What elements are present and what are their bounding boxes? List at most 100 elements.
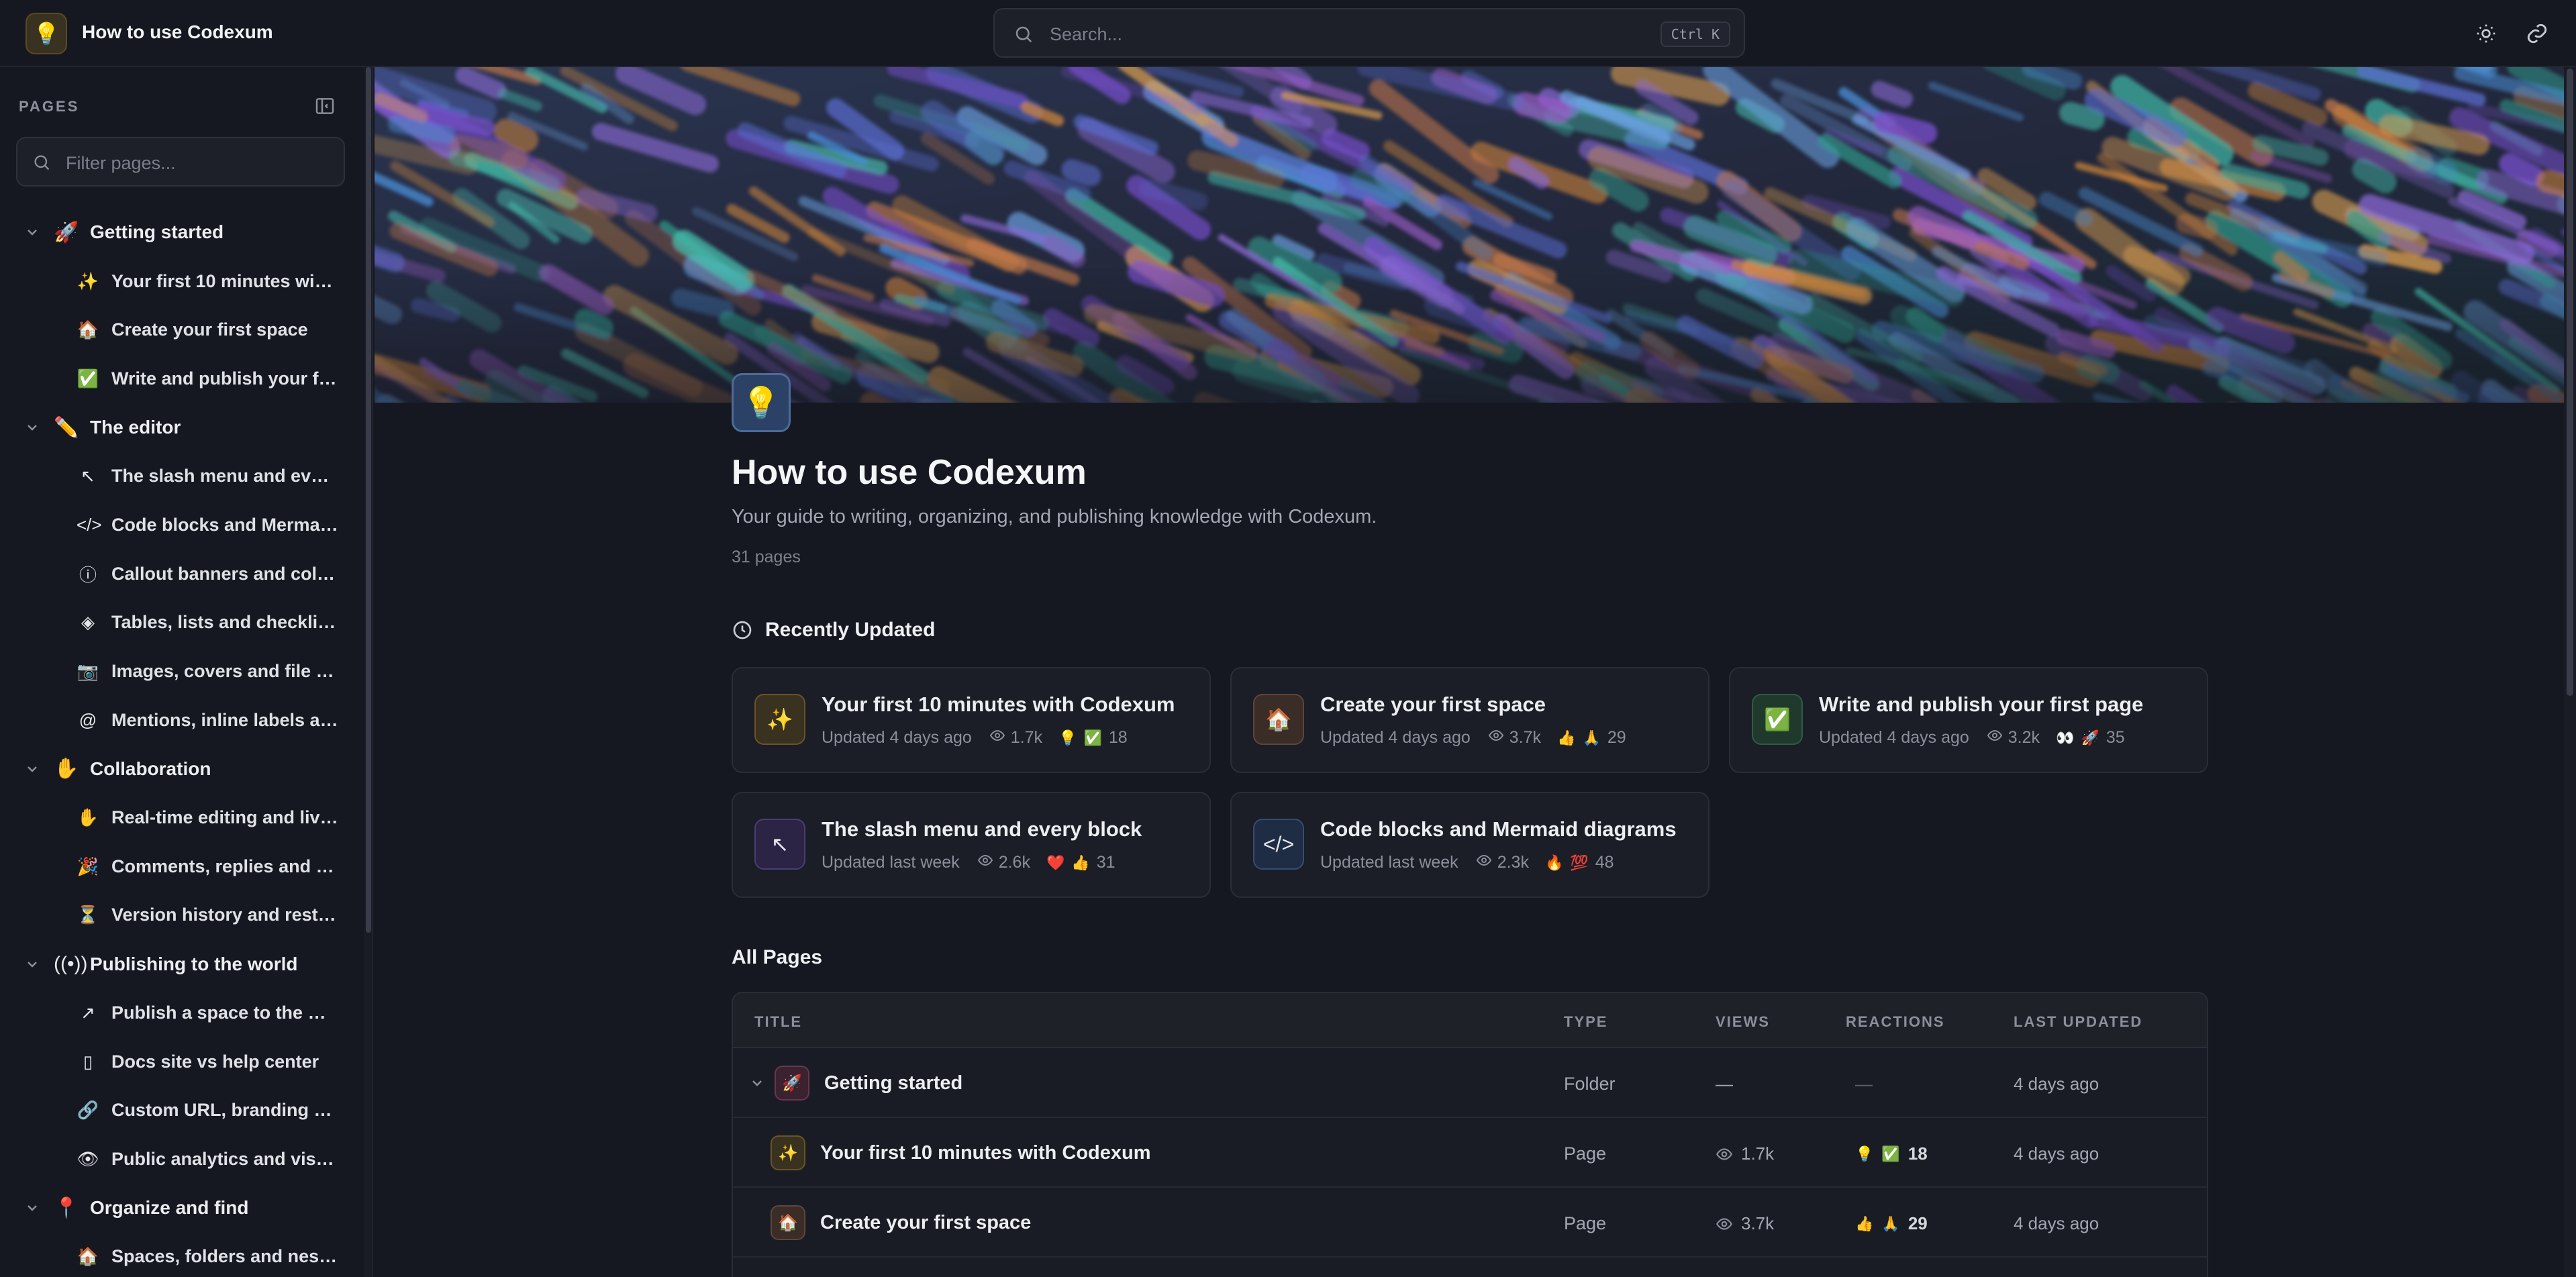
sidebar-item-label: Your first 10 minutes with Codexum <box>111 270 338 291</box>
filter-pages-input[interactable]: Filter pages... <box>16 137 345 187</box>
folder-toggle[interactable] <box>24 224 40 240</box>
recently-updated-heading: Recently Updated <box>732 619 935 642</box>
folder-toggle[interactable] <box>24 761 40 777</box>
col-type[interactable]: TYPE <box>1564 1013 1607 1031</box>
sidebar-folder[interactable]: ✏️ The editor <box>0 403 362 452</box>
card-updated: Updated 4 days ago <box>1819 728 1969 747</box>
folder-toggle[interactable] <box>24 419 40 436</box>
eye-icon <box>977 854 993 866</box>
col-reactions[interactable]: REACTIONS <box>1846 1013 1945 1031</box>
page-emoji-icon: 🚀 <box>54 221 79 244</box>
recent-page-card[interactable]: 🏠 Create your first space Updated 4 days… <box>1230 667 1710 773</box>
sidebar-page[interactable]: ⓘ Callout banners and collapsibles <box>0 550 362 599</box>
card-meta: Updated last week 2.6k ❤️ 👍 31 <box>822 852 1116 873</box>
page-emoji-icon: ✨ <box>77 270 99 291</box>
folder-toggle[interactable] <box>749 1075 765 1091</box>
reaction-emoji: 👀 <box>2056 729 2075 746</box>
row-title[interactable]: Your first 10 minutes with Codexum <box>820 1142 1151 1164</box>
sidebar-item-label: Docs site vs help center <box>111 1051 319 1072</box>
top-bar: 💡 How to use Codexum Search... Ctrl K <box>0 0 2576 67</box>
sidebar-page[interactable]: 👁 Public analytics and visitors <box>0 1135 362 1184</box>
folder-toggle[interactable] <box>24 956 40 972</box>
card-emoji: ✨ <box>766 707 793 731</box>
reaction-emoji: 👍 <box>1855 1215 1874 1232</box>
recent-page-card[interactable]: </> Code blocks and Mermaid diagrams Upd… <box>1230 792 1710 898</box>
sidebar-page[interactable]: ↗ Publish a space to the web <box>0 988 362 1037</box>
row-views: 1.7k <box>1716 1143 1774 1164</box>
sidebar-scrollbar[interactable] <box>364 67 372 1277</box>
sidebar-folder[interactable]: 📍 Organize and find <box>0 1184 362 1233</box>
page-icon[interactable]: 💡 <box>732 373 791 432</box>
app-logo[interactable]: 💡 <box>26 13 67 54</box>
sidebar-page[interactable]: </> Code blocks and Mermaid diagrams <box>0 501 362 550</box>
page-emoji-icon: 📍 <box>54 1196 79 1219</box>
sun-icon <box>2477 24 2495 43</box>
theme-toggle-button[interactable] <box>2473 20 2499 47</box>
reaction-emoji: 💡 <box>1855 1145 1874 1162</box>
folder-toggle[interactable] <box>24 1200 40 1216</box>
sidebar-item-label: Public analytics and visitors <box>111 1148 338 1169</box>
page-emoji-icon: ⓘ <box>79 564 97 585</box>
col-title[interactable]: TITLE <box>754 1013 802 1031</box>
copy-link-button[interactable] <box>2524 20 2550 47</box>
sidebar-page[interactable]: 🏠 Create your first space <box>0 305 362 354</box>
sidebar-scroll-thumb[interactable] <box>366 67 371 933</box>
sidebar-page[interactable]: ✨ Your first 10 minutes with Codexum <box>0 257 362 306</box>
card-views: 3.7k <box>1509 728 1542 747</box>
row-views-value: 3.7k <box>1741 1213 1775 1233</box>
sidebar-page[interactable]: 🏠 Spaces, folders and nested pages <box>0 1232 362 1277</box>
card-meta: Updated 4 days ago 3.7k 👍 🙏 29 <box>1320 727 1626 748</box>
sidebar-page[interactable]: 🔗 Custom URL, branding and domains <box>0 1086 362 1135</box>
table-row[interactable]: ✨ Your first 10 minutes with Codexum Page 1… <box>733 1118 2207 1188</box>
recent-page-card[interactable]: ↖ The slash menu and every block Updated… <box>732 792 1211 898</box>
row-title[interactable]: Getting started <box>824 1072 962 1094</box>
sidebar-folder[interactable]: ✋ Collaboration <box>0 745 362 794</box>
main-scrollbar[interactable] <box>2564 67 2576 1277</box>
sidebar-page[interactable]: @ Mentions, inline labels and links <box>0 696 362 745</box>
sidebar-item-label: Custom URL, branding and domains <box>111 1100 338 1121</box>
sidebar-page[interactable]: 📷 Images, covers and file attachments <box>0 647 362 696</box>
app-title[interactable]: How to use Codexum <box>82 21 273 43</box>
recent-page-card[interactable]: ✅ Write and publish your first page Upda… <box>1729 667 2208 773</box>
sidebar-item-label: Version history and restore <box>111 905 338 925</box>
sidebar-item-label: Getting started <box>90 221 224 243</box>
sidebar-folder[interactable]: 🚀 Getting started <box>0 208 362 257</box>
table-row[interactable]: 🏠 Create your first space Page 3.7k 👍 🙏 29 4 da… <box>733 1188 2207 1258</box>
card-updated: Updated 4 days ago <box>1320 728 1471 747</box>
page-tree: 🚀 Getting started ✨ Your first 10 minutes w… <box>0 208 362 1277</box>
eye-icon <box>1488 729 1503 742</box>
page-emoji-icon: ⏳ <box>77 905 99 925</box>
row-title[interactable]: Create your first space <box>820 1212 1031 1234</box>
card-views: 3.2k <box>2008 728 2040 747</box>
sidebar-item-label: Code blocks and Mermaid diagrams <box>111 514 338 535</box>
sidebar-page[interactable]: ↖ The slash menu and every block <box>0 452 362 501</box>
sidebar-page[interactable]: 🎉 Comments, replies and reactions <box>0 842 362 891</box>
sidebar-page[interactable]: ✅ Write and publish your first page <box>0 354 362 403</box>
page-subtitle: Your guide to writing, organizing, and p… <box>732 506 1377 527</box>
sidebar-item-label: Images, covers and file attachments <box>111 661 338 682</box>
row-reactions: 👍 🙏 29 <box>1855 1213 1928 1234</box>
row-last-updated: 4 days ago <box>2014 1143 2099 1164</box>
table-row[interactable]: 🚀 Getting started Folder — — 4 days ago <box>733 1048 2207 1118</box>
recent-page-card[interactable]: ✨ Your first 10 minutes with Codexum Upd… <box>732 667 1211 773</box>
col-views[interactable]: VIEWS <box>1716 1013 1770 1031</box>
card-emoji: 🏠 <box>1265 707 1292 731</box>
collapse-sidebar-button[interactable] <box>314 95 336 117</box>
search-icon <box>34 155 50 170</box>
sidebar-page[interactable]: ▯ Docs site vs help center <box>0 1037 362 1086</box>
sidebar-item-label: Create your first space <box>111 319 308 340</box>
link-icon <box>2527 23 2547 44</box>
sidebar-item-label: Write and publish your first page <box>111 368 338 389</box>
page-emoji-icon: 🎉 <box>77 856 99 876</box>
sidebar-page[interactable]: ⏳ Version history and restore <box>0 891 362 940</box>
col-last-updated[interactable]: LAST UPDATED <box>2014 1013 2142 1031</box>
sidebar-page[interactable]: ◈ Tables, lists and checklists <box>0 599 362 648</box>
lightbulb-icon: 💡 <box>33 21 60 46</box>
page-emoji-icon: 🏠 <box>771 1205 805 1240</box>
main-scroll-thumb[interactable] <box>2567 68 2573 696</box>
sidebar-folder[interactable]: ((•)) Publishing to the world <box>0 939 362 988</box>
search-bar[interactable]: Search... Ctrl K <box>993 8 1745 58</box>
sidebar-page[interactable]: ✋ Real-time editing and live cursors <box>0 793 362 842</box>
page-emoji-icon: ✏️ <box>54 416 79 439</box>
page-emoji-icon: 🏠 <box>77 319 99 340</box>
